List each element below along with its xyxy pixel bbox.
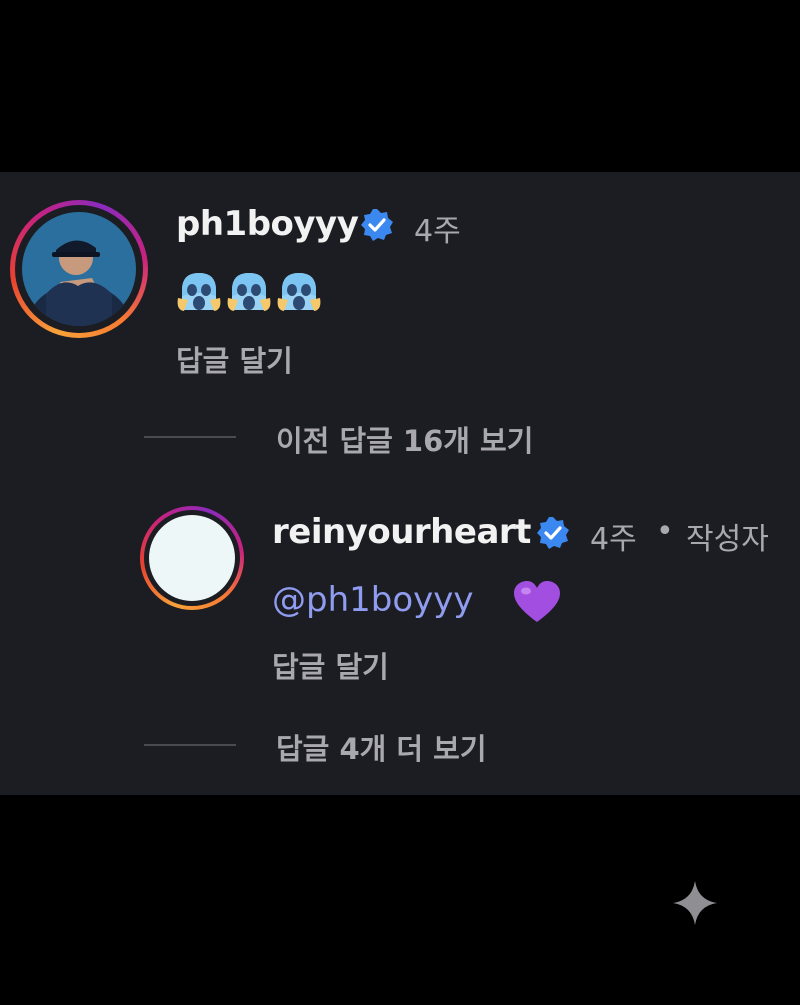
comment-reply-button[interactable]: 답글 달기: [176, 338, 293, 380]
view-previous-replies-button[interactable]: 이전 답글 16개 보기: [276, 418, 533, 460]
thread-divider: [144, 436, 236, 438]
reply-reply-button[interactable]: 답글 달기: [272, 644, 389, 686]
reply-time: 4주: [590, 522, 637, 557]
sparkle-icon: [673, 881, 717, 925]
face-screaming-in-fear-emoji: [277, 273, 321, 311]
face-screaming-in-fear-emoji: [227, 273, 271, 311]
view-more-replies-button[interactable]: 답글 4개 더 보기: [276, 726, 487, 768]
thread-divider: [144, 744, 236, 746]
author-badge: 작성자: [686, 522, 769, 557]
avatar-photo: [149, 515, 235, 601]
comment-emoji-text: [176, 270, 322, 312]
avatar-photo: [22, 212, 136, 326]
reply-username[interactable]: reinyourheart: [272, 512, 531, 552]
verified-badge-icon: [537, 517, 569, 549]
avatar-ph1boyyy[interactable]: [10, 200, 148, 338]
meta-separator: •: [656, 514, 674, 549]
purple-heart-emoji: [514, 581, 560, 622]
avatar-reinyourheart[interactable]: [140, 506, 244, 610]
comment-username[interactable]: ph1boyyy: [176, 204, 359, 244]
face-screaming-in-fear-emoji: [177, 273, 221, 311]
comment-time: 4주: [414, 214, 461, 249]
verified-badge-icon: [361, 209, 393, 241]
mention-link[interactable]: @ph1boyyy: [272, 580, 474, 620]
